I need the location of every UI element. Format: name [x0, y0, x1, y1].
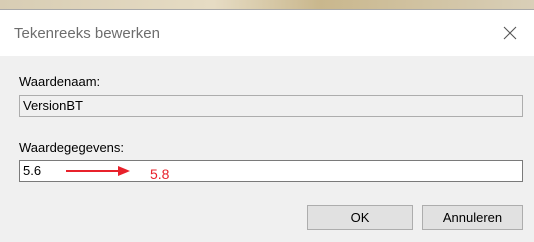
value-name-label: Waardenaam: — [19, 74, 101, 89]
arrow-right-icon — [66, 166, 130, 176]
close-button[interactable] — [494, 18, 526, 48]
close-icon — [503, 26, 517, 40]
cancel-button[interactable]: Annuleren — [422, 205, 523, 230]
edit-string-dialog: Tekenreeks bewerken Waardenaam: VersionB… — [0, 9, 534, 242]
ok-button[interactable]: OK — [307, 205, 413, 230]
value-data-label: Waardegegevens: — [19, 140, 125, 155]
annotation-new-value: 5.8 — [150, 166, 170, 182]
dialog-title: Tekenreeks bewerken — [14, 25, 160, 42]
value-name-field[interactable]: VersionBT — [19, 95, 523, 117]
background-window-strip — [0, 0, 534, 9]
title-bar: Tekenreeks bewerken — [0, 10, 534, 56]
